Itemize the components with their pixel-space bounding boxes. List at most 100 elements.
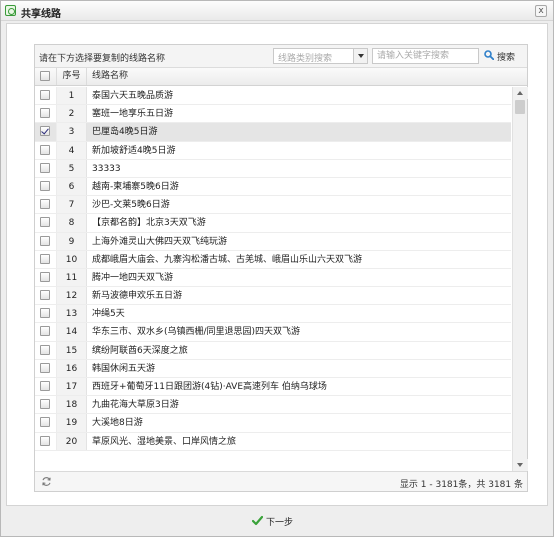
table-row[interactable]: 14 华东三市、双水乡(乌镇西栅/同里退思园)四天双飞游 [35,323,511,342]
search-button-label: 搜索 [497,53,516,63]
row-checkbox[interactable] [40,126,50,137]
row-seq: 10 [57,250,87,268]
row-check-cell [35,359,57,377]
row-route-name[interactable]: 塞班一地享乐五日游 [87,105,511,122]
table-row[interactable]: 8 【京都名韵】北京3天双飞游 [35,214,511,233]
table-row[interactable]: 3 巴厘岛4晚5日游 [35,123,511,142]
row-checkbox[interactable] [40,199,50,210]
row-checkbox[interactable] [40,417,50,428]
row-route-name[interactable]: 西班牙+葡萄牙11日跟团游(4钻)·AVE高速列车 伯纳乌球场 [87,378,511,395]
row-route-name[interactable]: 华东三市、双水乡(乌镇西栅/同里退思园)四天双飞游 [87,323,511,340]
row-checkbox[interactable] [40,144,50,155]
row-check-cell [35,232,57,250]
next-step-button[interactable]: 下一步 [252,514,312,530]
row-checkbox[interactable] [40,180,50,191]
scroll-up-arrow-icon[interactable] [513,87,528,99]
table-row[interactable]: 18 九曲花海大草原3日游 [35,396,511,415]
row-route-name[interactable]: 上海外滩灵山大佛四天双飞纯玩游 [87,233,511,250]
row-seq: 12 [57,287,87,305]
scroll-thumb[interactable] [515,100,525,114]
row-checkbox[interactable] [40,362,50,373]
close-button[interactable]: x [535,5,547,17]
row-seq: 6 [57,177,87,196]
row-route-name[interactable]: 九曲花海大草原3日游 [87,396,511,413]
table-row[interactable]: 19 大溪地8日游 [35,414,511,433]
row-checkbox[interactable] [40,217,50,228]
row-check-cell [35,105,57,123]
row-check-cell [35,141,57,159]
search-button[interactable]: 搜索 [483,49,525,64]
row-checkbox[interactable] [40,290,50,301]
row-checkbox[interactable] [40,162,50,173]
grid-pager: 显示 1 - 3181条，共 3181 条 [35,471,527,491]
row-check-cell [35,432,57,450]
table-row[interactable]: 6 越南-柬埔寨5晚6日游 [35,177,511,197]
row-route-name[interactable]: 大溪地8日游 [87,414,511,431]
category-search-select[interactable]: 线路类别搜索 [273,48,368,64]
row-route-name[interactable]: 【京都名韵】北京3天双飞游 [87,214,511,231]
row-route-name[interactable]: 新马波德申欢乐五日游 [87,287,511,304]
row-route-name[interactable]: 成都峨眉大庙会、九寨沟松潘古城、古羌城、峨眉山乐山六天双飞游 [87,251,511,268]
row-check-cell [35,396,57,414]
row-route-name[interactable]: 新加坡舒适4晚5日游 [87,142,511,159]
table-row[interactable]: 7 沙巴-文莱5晚6日游 [35,196,511,215]
refresh-icon[interactable] [41,476,52,487]
table-row[interactable]: 4 新加坡舒适4晚5日游 [35,141,511,160]
row-check-cell [35,177,57,196]
table-row[interactable]: 9 上海外滩灵山大佛四天双飞纯玩游 [35,232,511,251]
row-check-cell [35,305,57,323]
row-route-name[interactable]: 巴厘岛4晚5日游 [87,123,511,140]
row-checkbox[interactable] [40,90,50,100]
row-seq: 11 [57,268,87,287]
table-row[interactable]: 13 冲绳5天 [35,305,511,324]
row-seq: 20 [57,432,87,450]
row-route-name[interactable]: 33333 [87,160,511,177]
table-row[interactable]: 5 33333 [35,159,511,178]
row-check-cell [35,378,57,396]
row-checkbox[interactable] [40,435,50,446]
row-checkbox[interactable] [40,253,50,264]
row-route-name[interactable]: 腾冲一地四天双飞游 [87,269,511,286]
table-row[interactable]: 16 韩国休闲五天游 [35,359,511,378]
route-grid-panel: 请在下方选择要复制的线路名称 线路类别搜索 搜索 [34,44,528,492]
table-row[interactable]: 1 泰国六天五晚品质游 [35,87,511,106]
row-checkbox[interactable] [40,271,50,282]
row-checkbox[interactable] [40,108,50,119]
row-route-name[interactable]: 缤纷阿联酋6天深度之旅 [87,342,511,359]
vertical-scrollbar[interactable] [512,87,528,471]
column-header-name[interactable]: 线路名称 [87,68,511,85]
table-row[interactable]: 17 西班牙+葡萄牙11日跟团游(4钻)·AVE高速列车 伯纳乌球场 [35,378,511,397]
table-row[interactable]: 12 新马波德申欢乐五日游 [35,287,511,306]
row-checkbox[interactable] [40,399,50,410]
row-checkbox[interactable] [40,381,50,391]
keyword-search-input[interactable] [372,48,479,64]
instruction-label: 请在下方选择要复制的线路名称 [39,54,166,64]
column-header-seq[interactable]: 序号 [57,68,87,85]
row-route-name[interactable]: 越南-柬埔寨5晚6日游 [87,178,511,195]
row-check-cell [35,268,57,287]
row-checkbox[interactable] [40,326,50,337]
table-row[interactable]: 15 缤纷阿联酋6天深度之旅 [35,341,511,360]
row-route-name[interactable]: 泰国六天五晚品质游 [87,87,511,104]
select-all-cell [35,68,57,85]
row-route-name[interactable]: 冲绳5天 [87,305,511,322]
row-seq: 2 [57,105,87,123]
share-icon [5,5,16,16]
row-check-cell [35,250,57,268]
table-row[interactable]: 11 腾冲一地四天双飞游 [35,268,511,288]
table-row[interactable]: 2 塞班一地享乐五日游 [35,105,511,124]
scroll-down-arrow-icon[interactable] [513,459,528,471]
row-seq: 9 [57,232,87,250]
row-checkbox[interactable] [40,344,50,355]
select-all-checkbox[interactable] [40,71,50,81]
row-seq: 8 [57,214,87,232]
row-check-cell [35,159,57,177]
row-route-name[interactable]: 草原风光、湿地美景、口岸风情之旅 [87,433,511,450]
row-checkbox[interactable] [40,235,50,246]
table-row[interactable]: 10 成都峨眉大庙会、九寨沟松潘古城、古羌城、峨眉山乐山六天双飞游 [35,250,511,269]
table-row[interactable]: 20 草原风光、湿地美景、口岸风情之旅 [35,432,511,451]
row-checkbox[interactable] [40,308,50,319]
row-route-name[interactable]: 韩国休闲五天游 [87,360,511,377]
row-route-name[interactable]: 沙巴-文莱5晚6日游 [87,196,511,213]
chevron-down-icon[interactable] [353,49,367,63]
